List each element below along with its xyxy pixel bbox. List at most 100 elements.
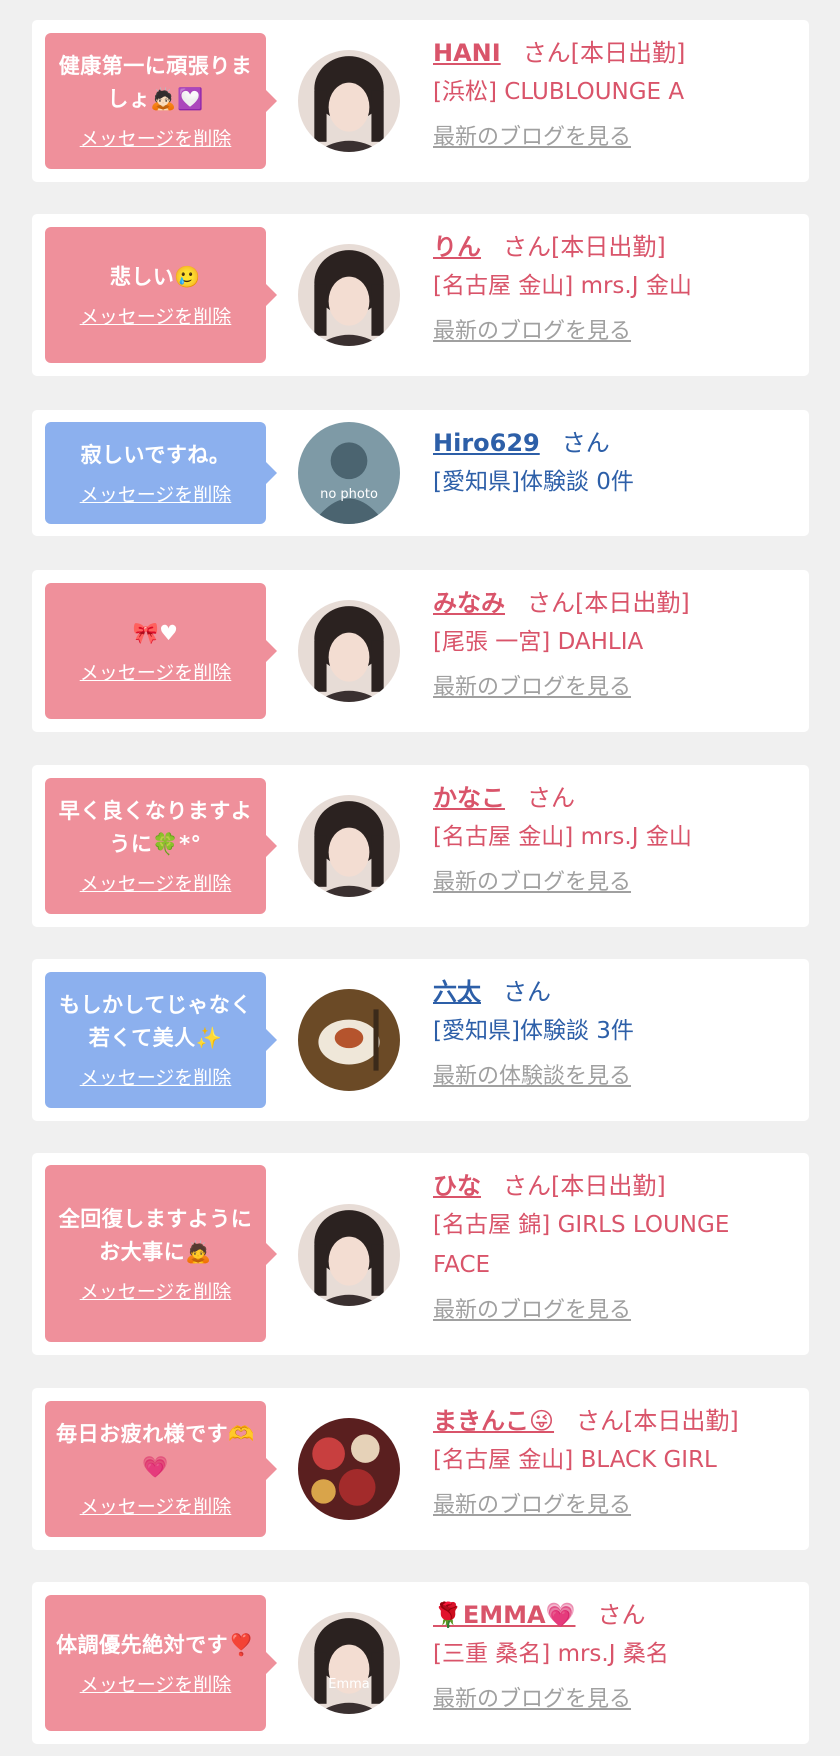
profile-name-link[interactable]: 🌹EMMA💗: [433, 1601, 576, 1629]
message-card: 寂しいですね。 メッセージを削除 no photo Hiro629 さん [愛知県]体験談…: [32, 410, 809, 536]
shop-label: [愛知県]体験談 0件: [433, 469, 634, 495]
avatar[interactable]: [298, 244, 400, 346]
profile-name-link[interactable]: みなみ: [433, 589, 505, 617]
profile-name-link[interactable]: りん: [433, 233, 481, 261]
name-line: まきんこ😜 さん[本日出勤]: [433, 1404, 789, 1438]
message-card: 🎀♥ メッセージを削除 みなみ さん[本日出勤] [尾張 一宮] DAHLIA 最新のブロ…: [32, 570, 809, 732]
shop-label: [三重 桑名] mrs.J 桑名: [433, 1641, 669, 1667]
shop-label: [尾張 一宮] DAHLIA: [433, 629, 644, 655]
delete-message-link[interactable]: メッセージを削除: [55, 1494, 256, 1520]
profile-info: ひな さん[本日出勤] [名古屋 錦] GIRLS LOUNGE FACE 最新のブロ…: [433, 1169, 789, 1326]
name-suffix: さん[本日出勤]: [503, 1172, 666, 1200]
name-suffix: さん[本日出勤]: [576, 1407, 739, 1435]
message-bubble: 早く良くなりますように🍀*° メッセージを削除: [45, 778, 277, 914]
profile-info: 六太 さん [愛知県]体験談 3件最新の体験談を見る: [433, 975, 789, 1092]
latest-post-link[interactable]: 最新のブログを見る: [433, 123, 789, 153]
message-card: 体調優先絶対です❣️ メッセージを削除 Emma 🌹EMMA💗 さん [三重 桑名] mr…: [32, 1582, 809, 1744]
shop-label: [名古屋 金山] BLACK GIRL: [433, 1447, 717, 1473]
portrait-image: [298, 1204, 400, 1306]
message-bubble: 健康第一に頑張りましょ🙇🏻💟 メッセージを削除: [45, 33, 277, 169]
message-text: 全回復しますようにお大事に🙇: [58, 1206, 253, 1264]
name-line: ひな さん[本日出勤]: [433, 1169, 789, 1203]
message-text: 早く良くなりますように🍀*°: [58, 799, 253, 856]
portrait-image: [298, 1612, 400, 1714]
name-line: Hiro629 さん: [433, 426, 789, 460]
name-line: りん さん[本日出勤]: [433, 230, 789, 264]
delete-message-link[interactable]: メッセージを削除: [55, 1279, 256, 1305]
message-card: 健康第一に頑張りましょ🙇🏻💟 メッセージを削除 HANI さん[本日出勤] [浜松] C…: [32, 20, 809, 182]
portrait-image: [298, 600, 400, 702]
message-bubble: 🎀♥ メッセージを削除: [45, 583, 277, 719]
message-card: 全回復しますようにお大事に🙇 メッセージを削除 ひな さん[本日出勤] [名古屋 錦] …: [32, 1153, 809, 1355]
delete-message-link[interactable]: メッセージを削除: [55, 126, 256, 152]
delete-message-link[interactable]: メッセージを削除: [55, 304, 256, 330]
avatar[interactable]: [298, 795, 400, 897]
name-suffix: さん: [527, 784, 575, 812]
latest-post-link[interactable]: 最新のブログを見る: [433, 673, 789, 703]
delete-message-link[interactable]: メッセージを削除: [55, 871, 256, 897]
message-card: 早く良くなりますように🍀*° メッセージを削除 かなこ さん [名古屋 金山] mrs.…: [32, 765, 809, 927]
portrait-image: [298, 244, 400, 346]
message-list: 健康第一に頑張りましょ🙇🏻💟 メッセージを削除 HANI さん[本日出勤] [浜松] C…: [0, 0, 840, 1756]
name-line: HANI さん[本日出勤]: [433, 36, 789, 70]
profile-info: りん さん[本日出勤] [名古屋 金山] mrs.J 金山 最新のブログを見る: [433, 230, 789, 347]
avatar[interactable]: Emma: [298, 1612, 400, 1714]
name-line: みなみ さん[本日出勤]: [433, 586, 789, 620]
profile-name-link[interactable]: かなこ: [433, 784, 505, 812]
message-card: 毎日お疲れ様です🫶💗 メッセージを削除 まきんこ😜 さん[本日出勤] [名古屋 金山] …: [32, 1388, 809, 1550]
message-text: 毎日お疲れ様です🫶💗: [56, 1422, 255, 1479]
shop-label: [浜松] CLUBLOUNGE A: [433, 79, 685, 105]
avatar[interactable]: [298, 1418, 400, 1520]
avatar-caption: no photo: [320, 487, 378, 502]
name-suffix: さん[本日出勤]: [522, 39, 686, 67]
no-photo-image: [298, 422, 400, 524]
latest-post-link[interactable]: 最新のブログを見る: [433, 317, 789, 347]
profile-info: HANI さん[本日出勤] [浜松] CLUBLOUNGE A 最新のブログを見る: [433, 36, 789, 153]
message-card: もしかしてじゃなく若くて美人✨ メッセージを削除 六太 さん [愛知県]体験談 3件 最新…: [32, 959, 809, 1121]
name-suffix: さん: [503, 978, 551, 1006]
profile-name-link[interactable]: Hiro629: [433, 429, 540, 457]
avatar-caption: Emma: [328, 1677, 370, 1692]
avatar[interactable]: [298, 1204, 400, 1306]
name-line: かなこ さん: [433, 781, 789, 815]
food-image: [298, 989, 400, 1091]
delete-message-link[interactable]: メッセージを削除: [55, 482, 256, 508]
shop-label: [名古屋 錦] GIRLS LOUNGE FACE: [433, 1212, 730, 1278]
message-text: 寂しいですね。: [80, 442, 231, 467]
portrait-image: [298, 795, 400, 897]
latest-post-link[interactable]: 最新のブログを見る: [433, 1296, 789, 1326]
profile-info: みなみ さん[本日出勤] [尾張 一宮] DAHLIA 最新のブログを見る: [433, 586, 789, 703]
avatar[interactable]: [298, 50, 400, 152]
message-bubble: 悲しい🥲 メッセージを削除: [45, 227, 277, 363]
name-suffix: さん: [561, 429, 610, 457]
profile-name-link[interactable]: ひな: [433, 1172, 481, 1200]
name-suffix: さん: [597, 1601, 646, 1629]
message-card: 悲しい🥲 メッセージを削除 りん さん[本日出勤] [名古屋 金山] mrs.J 金山最…: [32, 214, 809, 376]
profile-info: 🌹EMMA💗 さん [三重 桑名] mrs.J 桑名最新のブログを見る: [433, 1598, 789, 1715]
message-text: 悲しい🥲: [109, 264, 202, 289]
latest-post-link[interactable]: 最新のブログを見る: [433, 1491, 789, 1521]
profile-info: まきんこ😜 さん[本日出勤] [名古屋 金山] BLACK GIRL 最新のブログを見…: [433, 1404, 789, 1521]
latest-post-link[interactable]: 最新の体験談を見る: [433, 1062, 789, 1092]
message-text: 体調優先絶対です❣️: [56, 1632, 255, 1657]
message-bubble: 体調優先絶対です❣️ メッセージを削除: [45, 1595, 277, 1731]
message-bubble: 全回復しますようにお大事に🙇 メッセージを削除: [45, 1165, 277, 1342]
profile-name-link[interactable]: HANI: [433, 39, 501, 67]
name-line: 六太 さん: [433, 975, 789, 1009]
avatar[interactable]: [298, 600, 400, 702]
portrait-image: [298, 50, 400, 152]
latest-post-link[interactable]: 最新のブログを見る: [433, 868, 789, 898]
avatar[interactable]: no photo: [298, 422, 400, 524]
name-suffix: さん[本日出勤]: [527, 589, 690, 617]
profile-name-link[interactable]: まきんこ😜: [433, 1407, 554, 1435]
profile-name-link[interactable]: 六太: [433, 978, 481, 1006]
name-line: 🌹EMMA💗 さん: [433, 1598, 789, 1632]
delete-message-link[interactable]: メッセージを削除: [55, 1672, 256, 1698]
avatar[interactable]: [298, 989, 400, 1091]
latest-post-link[interactable]: 最新のブログを見る: [433, 1685, 789, 1715]
message-bubble: 寂しいですね。 メッセージを削除: [45, 422, 277, 524]
shop-label: [愛知県]体験談 3件: [433, 1018, 634, 1044]
delete-message-link[interactable]: メッセージを削除: [55, 660, 256, 686]
message-text: 🎀♥: [132, 620, 179, 645]
delete-message-link[interactable]: メッセージを削除: [55, 1065, 256, 1091]
